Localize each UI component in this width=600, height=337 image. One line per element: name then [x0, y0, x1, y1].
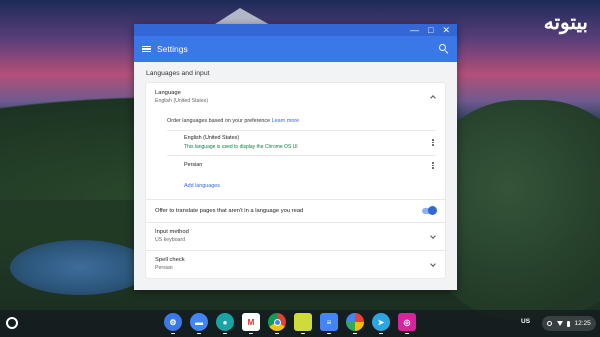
shelf-apps: ⚙ ▬ ● M ≡ ➤ ◎ [164, 313, 416, 335]
language-label: Language [155, 89, 181, 96]
ui-language-note: This language is used to display the Chr… [184, 144, 298, 150]
window-titlebar: — □ ✕ [134, 24, 457, 36]
toggle-knob [428, 206, 437, 216]
instagram-app-icon[interactable]: ◎ [398, 313, 416, 335]
spell-check-row[interactable]: Spell check Persian [146, 249, 445, 278]
learn-more-link[interactable]: Learn more [272, 118, 300, 124]
wifi-icon [556, 321, 563, 326]
chevron-down-icon[interactable] [430, 261, 436, 267]
chrome-app-icon[interactable] [268, 313, 286, 335]
translate-offer-row[interactable]: Offer to translate pages that aren't in … [146, 198, 445, 222]
language-expanded-panel: Order languages based on your preference… [146, 110, 445, 199]
telegram-app-icon[interactable]: ➤ [372, 313, 390, 335]
spell-check-label: Spell check [155, 257, 185, 264]
settings-header: Settings [134, 36, 457, 62]
chevron-down-icon[interactable] [430, 233, 436, 239]
shelf: ⚙ ▬ ● M ≡ ➤ ◎ US 12:25 [0, 310, 600, 337]
gmail-app-icon[interactable]: M [242, 313, 260, 335]
drop-app-icon[interactable]: ● [216, 313, 234, 335]
maximize-icon[interactable]: □ [428, 24, 433, 36]
keep-app-icon[interactable] [294, 313, 312, 335]
language-name: Persian [184, 162, 203, 169]
minimize-icon[interactable]: — [410, 24, 419, 36]
spell-check-value: Persian [155, 265, 173, 272]
input-method-label: Input method [155, 229, 189, 236]
status-tray[interactable]: 12:25 [542, 316, 596, 331]
clock: 12:25 [574, 320, 591, 327]
pinwheel-app-icon[interactable] [346, 313, 364, 335]
language-item: Persian [167, 155, 436, 177]
language-name: English (United States) [184, 135, 240, 141]
page-title: Settings [157, 44, 188, 54]
language-value: English (United States) [155, 97, 209, 104]
translate-offer-label: Offer to translate pages that aren't in … [155, 207, 304, 214]
chevron-up-icon[interactable] [430, 94, 436, 100]
translate-toggle[interactable] [422, 206, 437, 216]
order-languages-label: Order languages based on your preference [167, 118, 271, 124]
more-vert-icon[interactable] [430, 162, 436, 169]
settings-app-icon[interactable]: ⚙ [164, 313, 182, 335]
lake [10, 240, 150, 295]
do-not-disturb-icon [547, 321, 553, 326]
docs-app-icon[interactable]: ≡ [320, 313, 338, 335]
section-title: Languages and input [146, 70, 210, 77]
input-method-indicator[interactable]: US [521, 318, 530, 325]
hamburger-menu-icon[interactable] [142, 45, 151, 53]
settings-window: — □ ✕ Settings Languages and input Langu… [134, 24, 457, 290]
input-method-row[interactable]: Input method US keyboard [146, 221, 445, 250]
input-method-value: US keyboard [155, 237, 185, 244]
search-icon[interactable] [439, 44, 449, 54]
watermark-logo: بیتوته [543, 10, 588, 34]
launcher-icon[interactable] [6, 317, 18, 329]
language-row[interactable]: Language English (United States) [146, 83, 445, 110]
order-languages-text: Order languages based on your preference… [167, 110, 436, 130]
languages-card: Language English (United States) Order l… [146, 83, 445, 278]
battery-icon [567, 320, 571, 327]
add-languages-button[interactable]: Add languages [167, 177, 436, 193]
close-icon[interactable]: ✕ [442, 24, 450, 36]
files-app-icon[interactable]: ▬ [190, 313, 208, 335]
language-item: English (United States) This language is… [167, 130, 436, 155]
more-vert-icon[interactable] [430, 139, 436, 146]
